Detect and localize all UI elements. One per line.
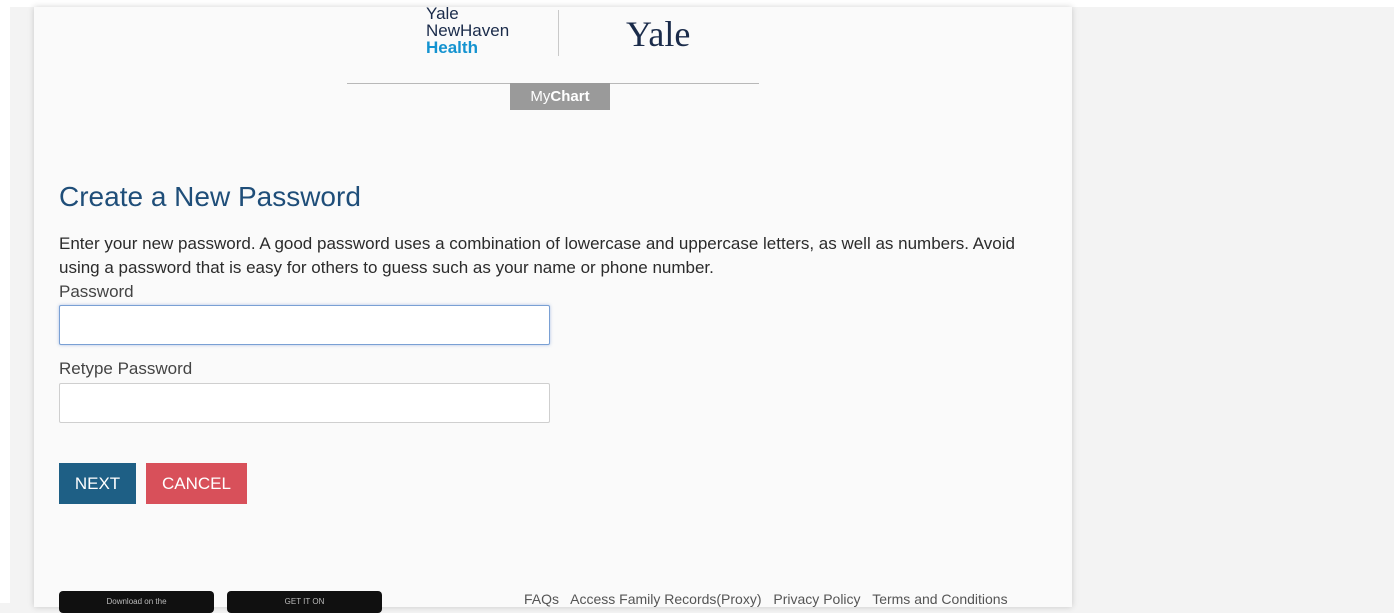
next-button[interactable]: NEXT — [59, 463, 136, 504]
footer-link-privacy[interactable]: Privacy Policy — [773, 591, 860, 607]
yale-new-haven-health-logo: Yale NewHaven Health — [426, 5, 509, 56]
google-play-text: GET IT ON — [284, 597, 325, 606]
retype-password-input[interactable] — [59, 383, 550, 423]
footer-link-faqs[interactable]: FAQs — [524, 591, 559, 607]
password-label: Password — [59, 282, 134, 301]
mychart-badge: MyChart — [510, 83, 610, 110]
mychart-my: My — [530, 88, 551, 105]
yale-logo: Yale — [626, 14, 691, 54]
logo-separator — [558, 10, 559, 56]
footer-link-terms[interactable]: Terms and Conditions — [872, 591, 1007, 607]
footer-link-proxy[interactable]: Access Family Records(Proxy) — [570, 591, 761, 607]
password-input[interactable] — [59, 305, 550, 345]
app-store-badge[interactable]: Download on the — [59, 591, 214, 613]
instructions-text: Enter your new password. A good password… — [59, 234, 1015, 277]
logo-ynh-line3: Health — [426, 38, 478, 57]
top-gap — [0, 0, 1394, 7]
footer-links: FAQs Access Family Records(Proxy) Privac… — [524, 591, 1016, 607]
google-play-badge[interactable]: GET IT ON — [227, 591, 382, 613]
app-store-text: Download on the — [106, 597, 167, 606]
logo-ynh-line1: Yale — [426, 4, 459, 23]
main-card: Yale NewHaven Health Yale MyChart Create… — [34, 5, 1072, 613]
left-strip — [0, 0, 10, 603]
cancel-button[interactable]: CANCEL — [146, 463, 247, 504]
logo-ynh-line2: NewHaven — [426, 21, 510, 40]
page-title: Create a New Password — [59, 181, 361, 212]
retype-password-label: Retype Password — [59, 359, 193, 378]
mychart-chart: Chart — [550, 88, 590, 105]
